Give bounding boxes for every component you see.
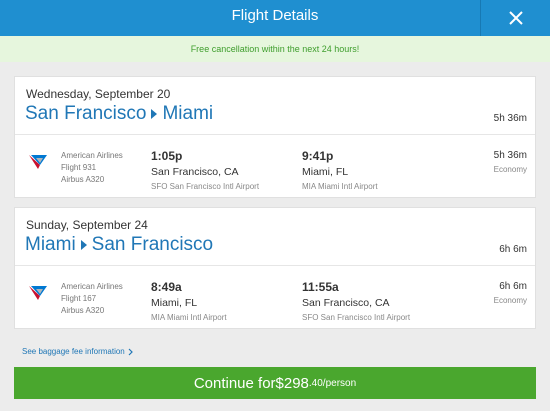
airline-info: American Airlines Flight 931 Airbus A320 xyxy=(61,150,123,186)
baggage-fee-link-label: See baggage fee information xyxy=(22,347,125,356)
flight-number: Flight 167 xyxy=(61,294,97,303)
arrival-airport: SFO San Francisco Intl Airport xyxy=(302,313,411,322)
departure-city: Miami, FL xyxy=(151,297,198,309)
arrow-right-icon xyxy=(80,240,87,250)
header-bar: Flight Details xyxy=(0,0,550,36)
arrival-info: 9:41p Miami, FL MIA Miami Intl Airport xyxy=(302,149,378,191)
price-main: $298 xyxy=(275,374,309,392)
route-origin: San Francisco xyxy=(25,103,147,124)
arrival-city: San Francisco, CA xyxy=(302,297,390,309)
flight-card-outbound: Wednesday, September 20 San Francisco Mi… xyxy=(14,76,536,198)
arrival-time: 11:55a xyxy=(302,280,339,294)
segment-duration: 6h 6m xyxy=(499,281,527,292)
route-destination: San Francisco xyxy=(91,234,214,255)
flight-segment: American Airlines Flight 167 Airbus A320… xyxy=(15,266,535,330)
cancellation-notice: Free cancellation within the next 24 hou… xyxy=(0,36,550,62)
continue-prefix: Continue for xyxy=(193,374,276,392)
arrival-city: Miami, FL xyxy=(302,166,349,178)
flight-number: Flight 931 xyxy=(61,163,97,172)
baggage-fee-link[interactable]: See baggage fee information xyxy=(22,347,134,356)
aircraft-type: Airbus A320 xyxy=(61,306,105,315)
arrow-right-icon xyxy=(151,109,158,119)
continue-button[interactable]: Continue for $298 .40/person xyxy=(14,367,536,399)
arrival-info: 11:55a San Francisco, CA SFO San Francis… xyxy=(302,280,410,322)
flight-date: Sunday, September 24 xyxy=(26,218,148,232)
arrival-airport: MIA Miami Intl Airport xyxy=(302,182,378,191)
total-duration: 5h 36m xyxy=(493,113,527,124)
chevron-right-icon xyxy=(128,348,133,355)
flight-route: San Francisco Miami xyxy=(25,103,213,125)
close-icon xyxy=(508,11,523,25)
segment-duration-block: 6h 6m Economy xyxy=(494,281,527,305)
american-airlines-logo-icon xyxy=(29,155,47,169)
airline-name: American Airlines xyxy=(61,282,123,291)
departure-info: 1:05p San Francisco, CA SFO San Francisc… xyxy=(151,149,259,191)
total-duration: 6h 6m xyxy=(499,244,527,255)
departure-time: 1:05p xyxy=(151,149,183,163)
segment-duration-block: 5h 36m Economy xyxy=(494,150,527,174)
departure-airport: SFO San Francisco Intl Airport xyxy=(151,182,260,191)
segment-duration: 5h 36m xyxy=(493,150,527,161)
departure-city: San Francisco, CA xyxy=(151,166,239,178)
cabin-class: Economy xyxy=(493,296,527,305)
flight-segment: American Airlines Flight 931 Airbus A320… xyxy=(15,135,535,199)
flight-card-return: Sunday, September 24 Miami San Francisco… xyxy=(14,207,536,329)
airline-name: American Airlines xyxy=(61,151,123,160)
flight-date: Wednesday, September 20 xyxy=(26,87,171,101)
departure-info: 8:49a Miami, FL MIA Miami Intl Airport xyxy=(151,280,227,322)
airline-info: American Airlines Flight 167 Airbus A320 xyxy=(61,281,123,317)
flight-route: Miami San Francisco xyxy=(25,234,213,256)
price-per-person: .40/person xyxy=(308,377,357,389)
departure-time: 8:49a xyxy=(151,280,182,294)
american-airlines-logo-icon xyxy=(29,286,47,300)
aircraft-type: Airbus A320 xyxy=(61,175,105,184)
arrival-time: 9:41p xyxy=(302,149,334,163)
page-title: Flight Details xyxy=(231,7,319,24)
route-destination: Miami xyxy=(162,103,214,124)
departure-airport: MIA Miami Intl Airport xyxy=(151,313,227,322)
cabin-class: Economy xyxy=(493,165,527,174)
route-origin: Miami xyxy=(25,234,76,255)
close-button[interactable] xyxy=(480,0,550,36)
